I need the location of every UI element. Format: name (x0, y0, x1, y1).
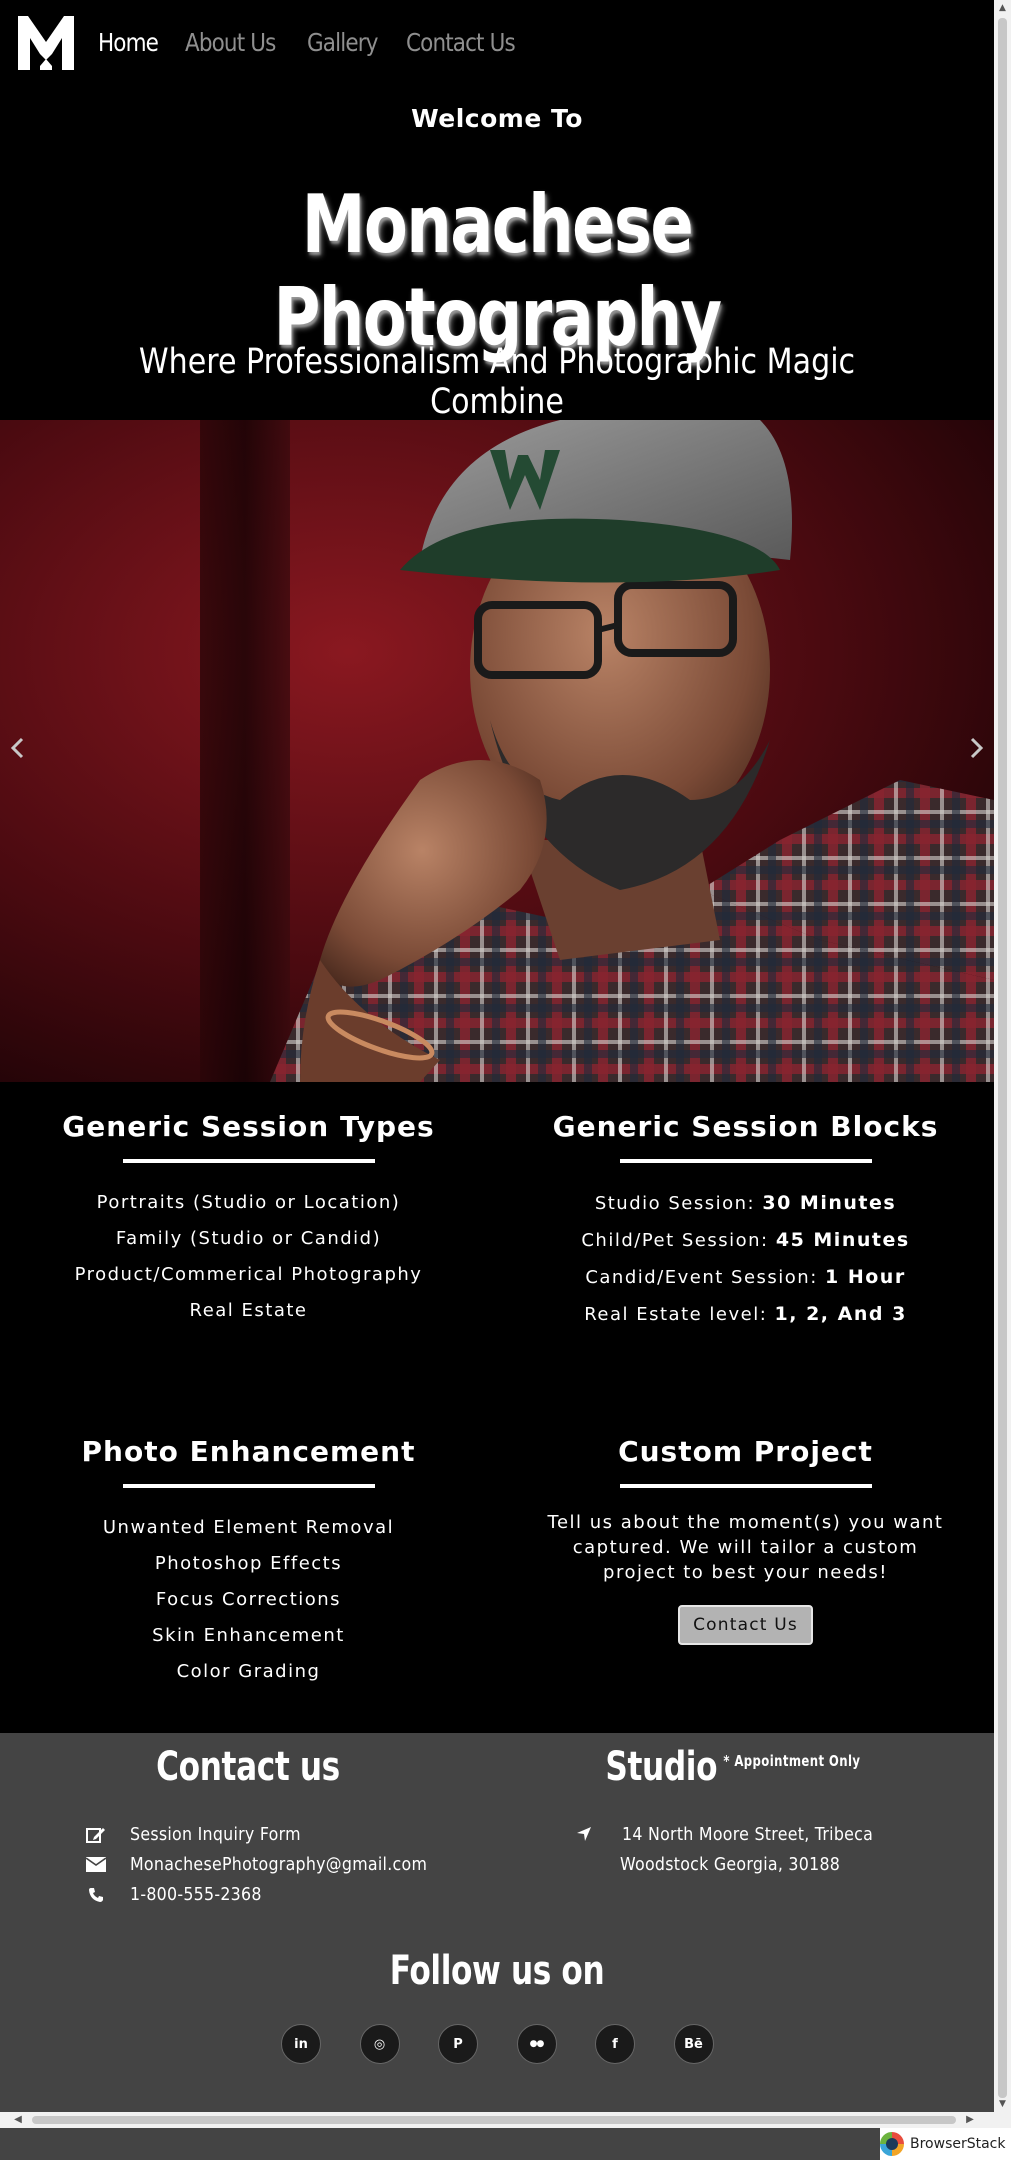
instagram-icon[interactable]: ◎ (359, 2024, 400, 2064)
section-divider (619, 1159, 872, 1163)
navbar: Home About Us Gallery Contact Us (0, 0, 994, 84)
follow-heading: Follow us on (389, 1948, 605, 1994)
hero-title: Monachese Photography (273, 178, 722, 364)
list-item: Product/Commerical Photography (74, 1264, 423, 1285)
custom-project-title: Custom Project (618, 1435, 873, 1468)
session-blocks-section: Generic Session Blocks Studio Session: 3… (497, 1110, 994, 1333)
studio-heading: Studio * Appointment Only (605, 1744, 870, 1790)
session-label: Candid/Event Session: (585, 1267, 825, 1288)
scroll-thumb[interactable] (998, 18, 1007, 2098)
list-item: Real Estate level: 1, 2, And 3 (497, 1296, 994, 1333)
inquiry-form-link[interactable]: Session Inquiry Form (84, 1824, 324, 1845)
appointment-note: * Appointment Only (723, 1752, 861, 1770)
chevron-left-icon (10, 737, 24, 759)
carousel-next-button[interactable] (962, 736, 992, 766)
browserstack-logo-icon (880, 2132, 904, 2156)
list-item: Family (Studio or Candid) (115, 1228, 382, 1249)
footer (0, 1733, 994, 2160)
list-item: Real Estate (189, 1300, 308, 1321)
chevron-right-icon (970, 737, 984, 759)
flickr-icon[interactable]: ●● (516, 2024, 557, 2064)
studio-title: Studio (605, 1744, 718, 1790)
list-item: Focus Corrections (155, 1589, 342, 1610)
hero-tagline: Where Professionalism And Photographic M… (138, 342, 856, 422)
nav-home[interactable]: Home (98, 28, 159, 57)
contact-heading: Contact us (156, 1744, 340, 1790)
hero-welcome: Welcome To (411, 104, 583, 133)
list-item: Studio Session: 30 Minutes (497, 1185, 994, 1222)
session-blocks-title: Generic Session Blocks (552, 1110, 939, 1143)
session-label: Studio Session: (594, 1193, 763, 1214)
logo-icon[interactable] (16, 12, 76, 72)
section-divider (619, 1484, 872, 1488)
photo-enhancement-title: Photo Enhancement (81, 1435, 416, 1468)
edit-icon (84, 1826, 108, 1844)
scroll-right-icon[interactable]: ▶ (962, 2112, 978, 2128)
list-item: Photoshop Effects (154, 1553, 343, 1574)
nav-contact-us[interactable]: Contact Us (406, 28, 516, 57)
list-item: Unwanted Element Removal (102, 1517, 395, 1538)
section-divider (122, 1484, 375, 1488)
address-line1-text: 14 North Moore Street, Tribeca (622, 1824, 874, 1845)
phone-link[interactable]: 1-800-555-2368 (84, 1884, 280, 1905)
email-text: MonachesePhotography@gmail.com (130, 1854, 428, 1875)
session-types-title: Generic Session Types (62, 1110, 435, 1143)
envelope-icon (84, 1856, 108, 1874)
session-duration: 45 Minutes (775, 1229, 910, 1251)
custom-project-section: Custom Project Tell us about the moment(… (497, 1435, 994, 1645)
scroll-up-icon[interactable]: ▲ (994, 0, 1011, 16)
phone-icon (84, 1886, 108, 1904)
pinterest-icon[interactable]: P (438, 2024, 478, 2064)
horizontal-scrollbar[interactable]: ◀ ▶ (0, 2112, 1011, 2128)
browserstack-badge: BrowserStack (880, 2128, 1011, 2160)
phone-text: 1-800-555-2368 (130, 1884, 262, 1905)
linkedin-icon[interactable]: in (281, 2024, 321, 2064)
nav-about-us[interactable]: About Us (185, 28, 276, 57)
list-item: Portraits (Studio or Location) (96, 1192, 401, 1213)
page: Home About Us Gallery Contact Us Welcome… (0, 0, 994, 2160)
session-label: Real Estate level: (584, 1304, 775, 1325)
carousel-prev-button[interactable] (2, 736, 32, 766)
facebook-icon[interactable]: f (595, 2024, 635, 2064)
location-arrow-icon (576, 1826, 600, 1847)
photo-carousel[interactable] (0, 420, 994, 1082)
scroll-down-icon[interactable]: ▼ (994, 2096, 1011, 2112)
list-item: Child/Pet Session: 45 Minutes (497, 1222, 994, 1259)
session-duration: 1, 2, And 3 (774, 1303, 907, 1325)
browserstack-label: BrowserStack (910, 2136, 1006, 2152)
section-divider (122, 1159, 375, 1163)
nav-gallery[interactable]: Gallery (307, 28, 378, 57)
address-line2-text: Woodstock Georgia, 30188 (620, 1854, 841, 1875)
list-item: Skin Enhancement (152, 1625, 345, 1646)
list-item: Candid/Event Session: 1 Hour (497, 1259, 994, 1296)
session-duration: 30 Minutes (762, 1192, 897, 1214)
email-link[interactable]: MonachesePhotography@gmail.com (84, 1854, 468, 1875)
custom-project-text: Tell us about the moment(s) you want cap… (547, 1512, 944, 1583)
inquiry-form-text: Session Inquiry Form (130, 1824, 301, 1845)
session-label: Child/Pet Session: (581, 1230, 776, 1251)
address-line-1: 14 North Moore Street, Tribeca (576, 1824, 907, 1847)
address-line-2: Woodstock Georgia, 30188 (620, 1854, 870, 1875)
photo-enhancement-section: Photo Enhancement Unwanted Element Remov… (0, 1435, 497, 1690)
session-duration: 1 Hour (825, 1266, 906, 1288)
vertical-scrollbar[interactable]: ▲ ▼ (994, 0, 1011, 2112)
scroll-thumb[interactable] (32, 2116, 956, 2124)
behance-icon[interactable]: Bē (673, 2024, 714, 2064)
contact-us-button[interactable]: Contact Us (678, 1605, 813, 1645)
scroll-left-icon[interactable]: ◀ (10, 2112, 26, 2128)
session-types-section: Generic Session Types Portraits (Studio … (0, 1110, 497, 1329)
portrait-photo (0, 420, 994, 1082)
list-item: Color Grading (176, 1661, 321, 1682)
social-links: in ◎ P ●● f Bē (281, 2024, 752, 2064)
